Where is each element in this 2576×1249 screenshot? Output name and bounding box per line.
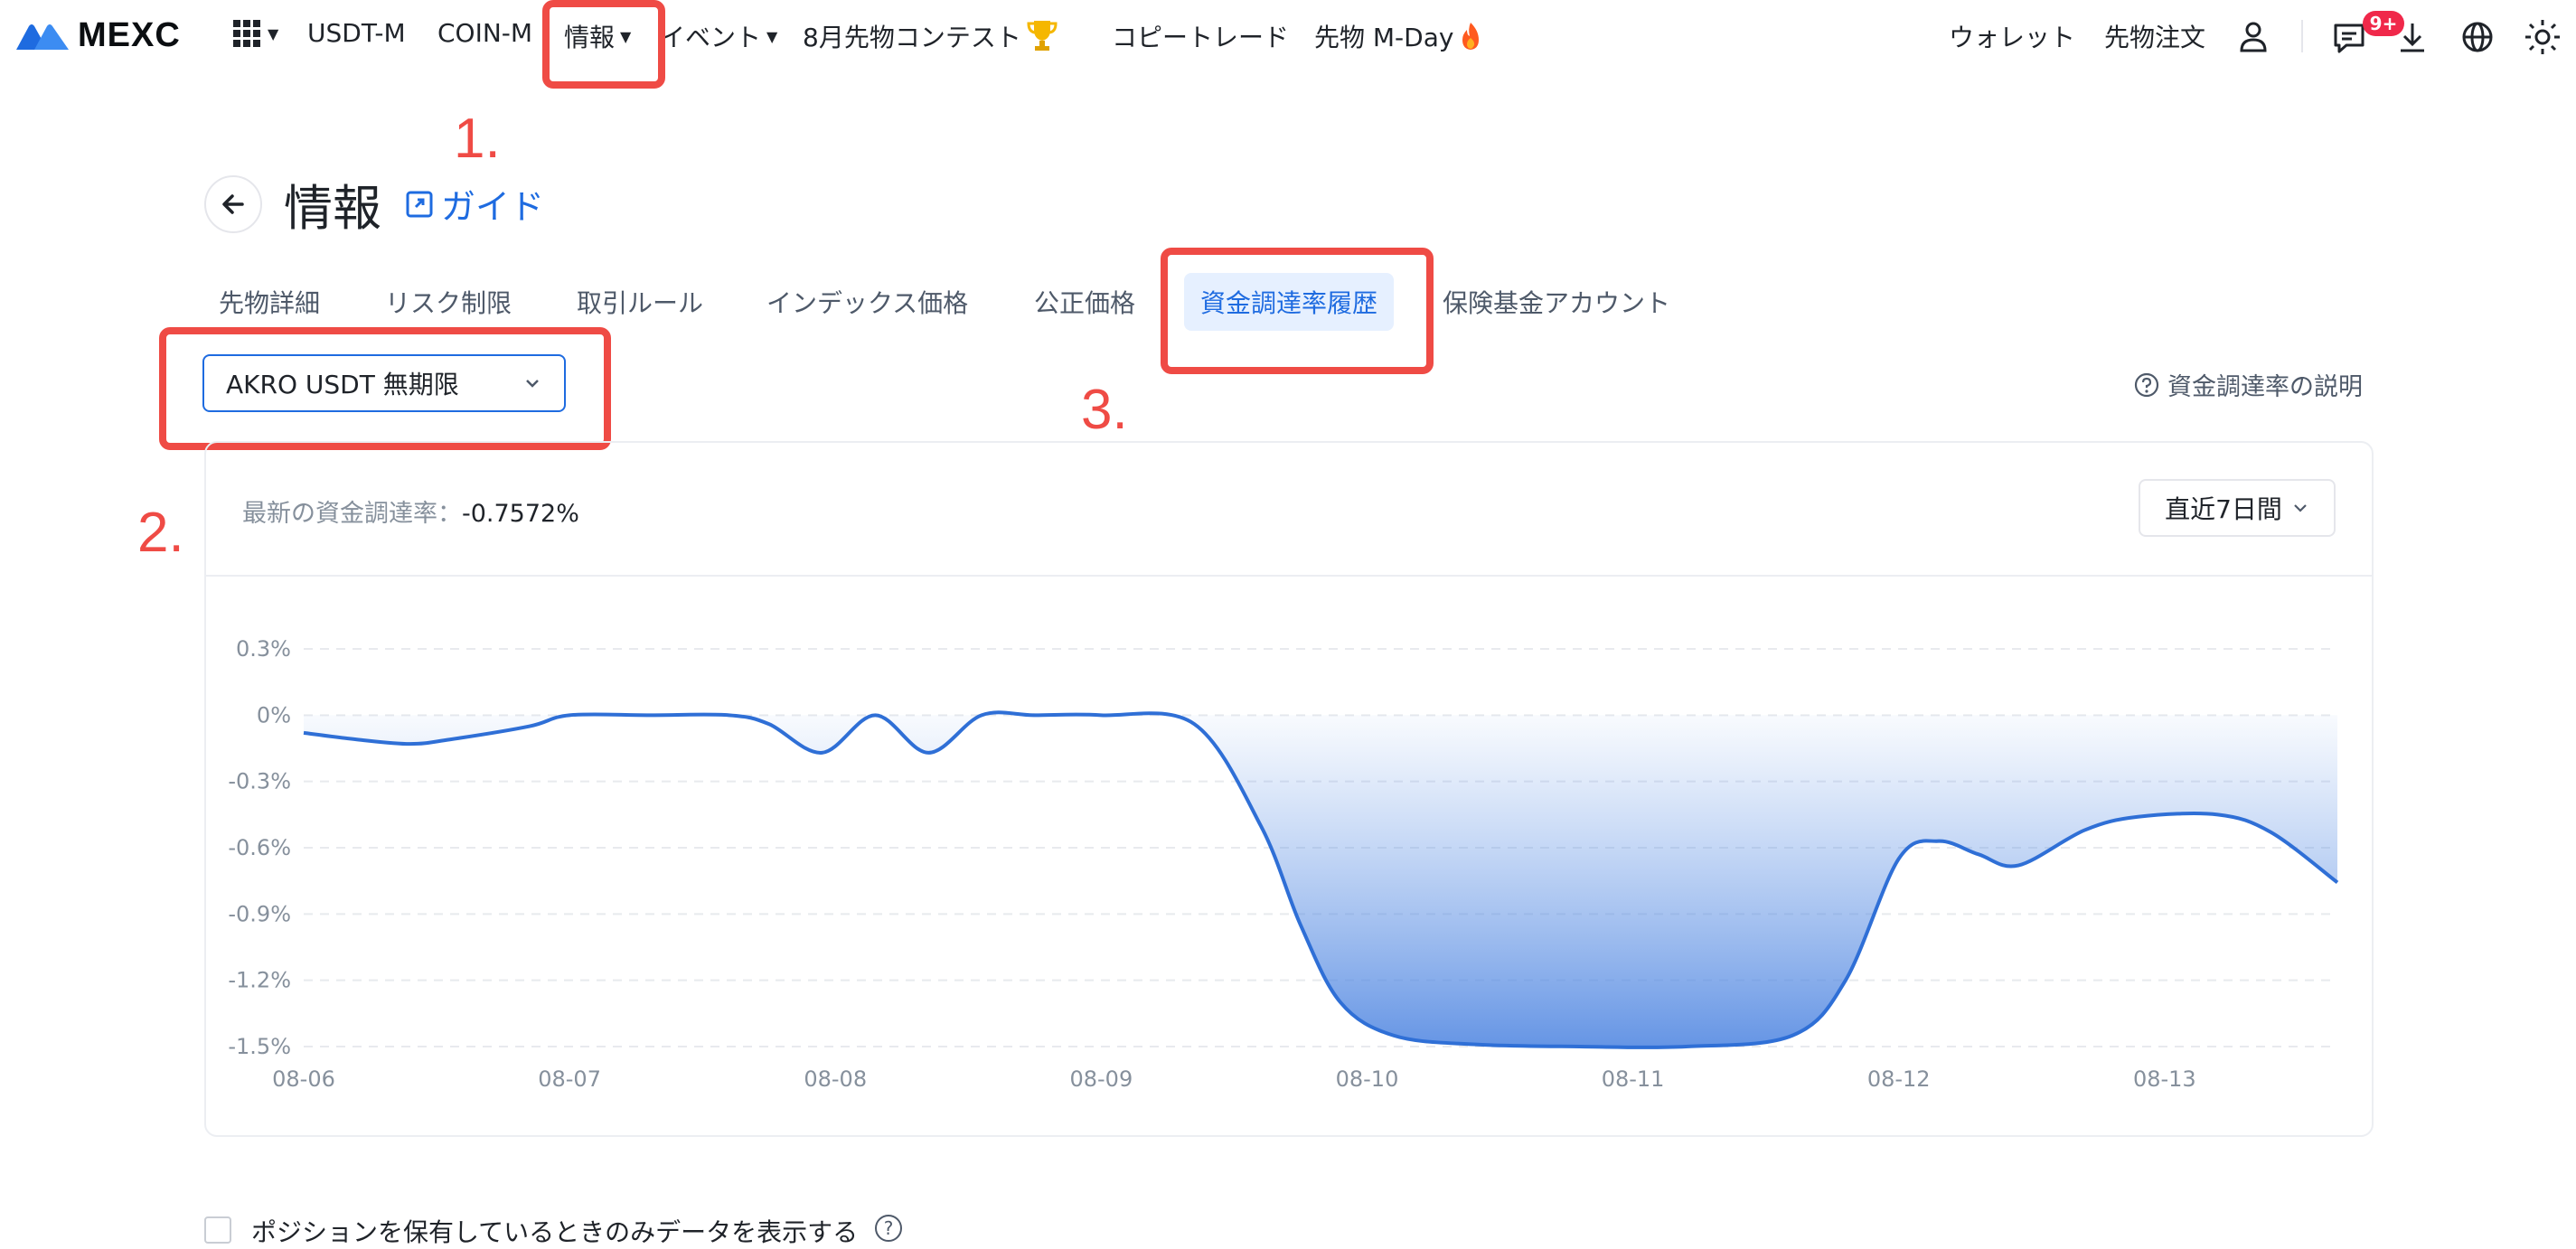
guide-link[interactable]: ガイド: [405, 179, 544, 229]
x-tick-label: 08-12: [1867, 1066, 1931, 1092]
guide-icon: [406, 191, 433, 217]
y-tick-label: -0.6%: [228, 835, 291, 860]
fire-icon: [1462, 23, 1480, 50]
tab-index-price[interactable]: インデックス価格: [766, 284, 968, 320]
symbol-select-value: AKRO USDT 無期限: [226, 370, 459, 399]
tab-risk-limit[interactable]: リスク制限: [385, 284, 512, 320]
nav-events-label: イベント: [660, 23, 762, 52]
nav-coin-m-label: COIN-M: [437, 18, 533, 48]
nav-copy-trade-label: コピートレード: [1112, 23, 1290, 52]
symbol-select[interactable]: AKRO USDT 無期限: [202, 354, 566, 412]
x-tick-label: 08-13: [2133, 1066, 2196, 1092]
nav-usdt-m[interactable]: USDT-M: [307, 18, 406, 48]
annotation-label-2: 2.: [137, 502, 184, 564]
card-divider: [206, 575, 2372, 577]
mexc-logo[interactable]: MEXC: [16, 16, 181, 55]
guide-label: ガイド: [441, 187, 545, 227]
positions-only-label: ポジションを保有しているときのみデータを表示する: [251, 1217, 859, 1247]
tab-trading-rules[interactable]: 取引ルール: [577, 284, 703, 320]
x-tick-label: 08-09: [1069, 1066, 1133, 1092]
logo-text: MEXC: [78, 16, 181, 54]
page-title: 情報: [284, 180, 381, 237]
nav-usdt-m-label: USDT-M: [307, 18, 406, 48]
nav-m-day[interactable]: 先物 M-Day: [1314, 18, 1482, 54]
mexc-logo-icon: [16, 23, 69, 50]
nav-wallet[interactable]: ウォレット: [1949, 18, 2075, 54]
top-navigation: MEXC ▼ USDT-M COIN-M 情報 ▼ イベント ▼ 8月先物コンテスト…: [0, 0, 2576, 74]
y-tick-label: 0.3%: [236, 636, 291, 662]
user-icon[interactable]: [2233, 16, 2274, 58]
chevron-down-icon: [526, 380, 539, 388]
nav-coin-m[interactable]: COIN-M: [437, 18, 532, 48]
x-tick-label: 08-11: [1602, 1066, 1665, 1092]
nav-futures-contest[interactable]: 8月先物コンテスト: [803, 18, 1058, 54]
nav-wallet-label: ウォレット: [1949, 23, 2076, 52]
globe-icon[interactable]: [2457, 16, 2498, 58]
y-tick-label: 0%: [257, 702, 291, 728]
y-tick-label: -1.2%: [228, 968, 291, 993]
y-tick-label: -0.9%: [228, 901, 291, 926]
funding-rate-area: [304, 712, 2337, 1048]
trophy-icon: [1027, 21, 1058, 51]
back-button[interactable]: [204, 175, 262, 233]
grid-icon: [233, 20, 260, 47]
funding-rate-chart: 0.3% 0% -0.3% -0.6% -0.9% -1.2% -1.5% 08-06 08-0…: [228, 636, 2339, 1092]
arrow-left-icon: [222, 194, 244, 214]
y-tick-label: -0.3%: [228, 769, 291, 794]
question-circle-icon: [2134, 372, 2159, 397]
nav-divider: [2301, 20, 2303, 52]
tab-insurance-fund[interactable]: 保険基金アカウント: [1443, 284, 1670, 320]
nav-copy-trade[interactable]: コピートレード: [1112, 18, 1289, 54]
nav-m-day-label: 先物 M-Day: [1314, 23, 1454, 52]
tab-funding-rate-history[interactable]: 資金調達率履歴: [1184, 273, 1395, 331]
sun-icon[interactable]: [2522, 16, 2563, 58]
funding-rate-help-link[interactable]: 資金調達率の説明: [2133, 367, 2363, 402]
x-tick-label: 08-07: [538, 1066, 601, 1092]
period-select[interactable]: 直近7日間: [2139, 479, 2336, 537]
nav-info[interactable]: 情報 ▼: [564, 18, 631, 54]
period-select-value: 直近7日間: [2165, 494, 2282, 524]
nav-info-label: 情報: [564, 23, 616, 52]
latest-funding-rate-label: 最新の資金調達率：: [242, 500, 462, 528]
latest-funding-rate-value: -0.7572%: [462, 500, 579, 528]
question-icon[interactable]: ?: [875, 1215, 902, 1242]
nav-events[interactable]: イベント ▼: [660, 18, 777, 54]
nav-futures-orders-label: 先物注文: [2104, 23, 2206, 52]
x-tick-label: 08-06: [272, 1066, 335, 1092]
caret-down-icon: ▼: [766, 27, 778, 45]
nav-futures-orders[interactable]: 先物注文: [2104, 18, 2205, 54]
annotation-label-3: 3.: [1081, 379, 1128, 441]
tab-futures-details[interactable]: 先物詳細: [219, 284, 320, 320]
nav-futures-contest-label: 8月先物コンテスト: [803, 23, 1021, 52]
caret-down-icon: ▼: [268, 24, 279, 42]
tab-fair-price[interactable]: 公正価格: [1034, 284, 1135, 320]
chevron-down-icon: [2294, 504, 2307, 512]
latest-funding-rate: 最新の資金調達率：-0.7572%: [242, 493, 579, 529]
x-tick-label: 08-08: [804, 1066, 867, 1092]
apps-menu-button[interactable]: ▼: [231, 18, 278, 49]
caret-down-icon: ▼: [620, 27, 632, 45]
y-tick-label: -1.5%: [228, 1034, 291, 1059]
x-tick-label: 08-10: [1336, 1066, 1399, 1092]
annotation-label-1: 1.: [454, 108, 501, 170]
funding-rate-help-label: 資金調達率の説明: [2167, 373, 2363, 401]
download-icon[interactable]: [2392, 16, 2433, 58]
